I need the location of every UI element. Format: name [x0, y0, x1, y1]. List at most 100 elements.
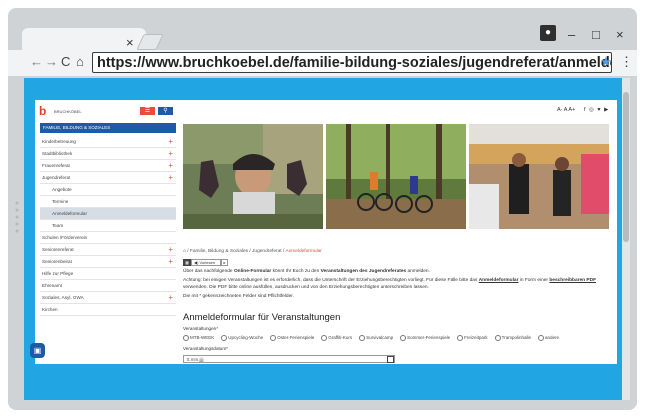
- read-aloud-button[interactable]: ◀) Vorlesen: [191, 259, 221, 266]
- sidenav-item-label: Team: [52, 223, 64, 228]
- events-radio-group: MTB-WEEK Upcycling-Woche Oster-Ferienspiel…: [183, 335, 566, 341]
- city-logo-icon[interactable]: b: [39, 105, 53, 117]
- radio-circle-icon[interactable]: [359, 335, 366, 341]
- expand-plus-icon[interactable]: +: [168, 292, 173, 304]
- anmeldeformular-link[interactable]: Anmeldeformular: [479, 278, 519, 283]
- side-navigation: FAMILIE, BILDUNG & SOZIALES Kinderbetreu…: [40, 123, 176, 316]
- intro-paragraph-1: Über das nachfolgende Online-Formular kö…: [183, 268, 613, 275]
- browser-menu-icon[interactable]: ⋮: [620, 54, 633, 70]
- radio-label: andere: [545, 335, 560, 341]
- calendar-icon[interactable]: [387, 356, 394, 363]
- sidenav-item-label: Frauenreferat: [42, 163, 70, 168]
- breadcrumb: ⌂ / Familie, Bildung & Soziales / Jugend…: [183, 249, 322, 254]
- expand-plus-icon[interactable]: +: [168, 256, 173, 268]
- radio-label: Graffiti-Kurs: [328, 335, 353, 341]
- radio-circle-icon[interactable]: [321, 335, 328, 341]
- minimize-button[interactable]: –: [568, 28, 575, 41]
- sidenav-item-soziales[interactable]: Soziales, Asyl, GWA +: [40, 292, 176, 304]
- menu-button[interactable]: ☰: [140, 107, 155, 115]
- radio-circle-icon[interactable]: [221, 335, 228, 341]
- footer-band: [24, 372, 622, 400]
- profile-icon[interactable]: ●: [540, 25, 556, 41]
- radio-trampolinhalle[interactable]: Trampolinhalle: [494, 335, 532, 341]
- text-bold: Veranstaltungen des Jugendreferates: [320, 269, 407, 274]
- sidenav-item-kinderbetreuung[interactable]: Kinderbetreuung +: [40, 136, 176, 148]
- radio-circle-icon[interactable]: [457, 335, 464, 341]
- sidenav-item-ehrenamt[interactable]: Ehrenamt: [40, 280, 176, 292]
- radio-label: Trampolinhalle: [501, 335, 532, 341]
- sidenav-item-frauenreferat[interactable]: Frauenreferat +: [40, 160, 176, 172]
- radio-label: Oster-Ferienspiele: [277, 335, 315, 341]
- radio-circle-icon[interactable]: [400, 335, 407, 341]
- sidenav-item-label: Termine: [52, 199, 69, 204]
- radio-circle-icon[interactable]: [538, 335, 545, 341]
- social-links[interactable]: f ◎ ♥ ▶: [584, 107, 609, 113]
- player-options-icon[interactable]: ▸: [221, 259, 228, 266]
- text: in Form einer: [518, 278, 550, 283]
- maximize-button[interactable]: □: [592, 28, 600, 41]
- photo-child-painted-hands: [183, 124, 323, 229]
- sidenav-item-anmeldeformular[interactable]: Anmeldeformular: [40, 208, 176, 220]
- text: verwenden. Die PDF bitte online ausfülle…: [183, 285, 429, 290]
- radio-andere[interactable]: andere: [538, 335, 559, 341]
- radio-oster-ferienspiele[interactable]: Oster-Ferienspiele: [270, 335, 314, 341]
- radio-survivalcamp[interactable]: Survivalcamp: [359, 335, 393, 341]
- font-size-controls[interactable]: A- A A+: [557, 107, 575, 113]
- radio-sommer-ferienspiele[interactable]: Sommer-Ferienspiele: [400, 335, 450, 341]
- sidenav-item-stadtbibliothek[interactable]: Stadtbibliothek +: [40, 148, 176, 160]
- logo-text[interactable]: BRUCHKÖBEL: [54, 109, 82, 114]
- sidenav-item-termine[interactable]: Termine: [40, 196, 176, 208]
- radio-label: MTB-WEEK: [190, 335, 215, 341]
- sidenav-item-label: Hilfe zur Pflege: [42, 271, 74, 276]
- scrollbar-thumb[interactable]: [623, 92, 629, 242]
- pdf-link[interactable]: beschreibbaren PDF: [549, 278, 596, 283]
- search-button[interactable]: ⚲: [158, 107, 173, 115]
- breadcrumb-path[interactable]: / Familie, Bildung & Soziales / Jugendre…: [186, 249, 285, 254]
- radio-mtb-week[interactable]: MTB-WEEK: [183, 335, 214, 341]
- window-close-button[interactable]: ×: [616, 28, 624, 41]
- expand-plus-icon[interactable]: +: [168, 244, 173, 256]
- sidenav-header[interactable]: FAMILIE, BILDUNG & SOZIALES: [40, 123, 176, 133]
- expand-plus-icon[interactable]: +: [168, 148, 173, 160]
- sidenav-item-kirchen[interactable]: Kirchen: [40, 304, 176, 316]
- expand-plus-icon[interactable]: +: [168, 160, 173, 172]
- form-title: Anmeldeformular für Veranstaltungen: [183, 312, 341, 323]
- photo-gallery: [183, 124, 609, 229]
- sidenav-item-label: Stadtbibliothek: [42, 151, 73, 156]
- radio-freizeitpark[interactable]: Freizeitpark: [457, 335, 488, 341]
- bookmark-star-icon[interactable]: ★: [600, 54, 612, 70]
- reload-icon[interactable]: C: [61, 54, 70, 70]
- chat-bubble-icon[interactable]: ▣: [30, 343, 45, 358]
- address-bar[interactable]: https://www.bruchkoebel.de/familie-bildu…: [92, 52, 612, 73]
- expand-plus-icon[interactable]: +: [168, 172, 173, 184]
- radio-label: Sommer-Ferienspiele: [407, 335, 451, 341]
- home-icon[interactable]: ⌂: [76, 54, 84, 70]
- radio-label: Upcycling-Woche: [228, 335, 264, 341]
- sidenav-item-jugendreferat[interactable]: Jugendreferat +: [40, 172, 176, 184]
- intro-paragraph-3: Die mit * gekennzeichneten Felder sind P…: [183, 294, 294, 299]
- expand-plus-icon[interactable]: +: [168, 136, 173, 148]
- radio-graffiti[interactable]: Graffiti-Kurs: [321, 335, 352, 341]
- sidenav-item-seniorenreferat[interactable]: Seniorenreferat +: [40, 244, 176, 256]
- back-arrow-icon[interactable]: ←: [30, 54, 43, 70]
- radio-label: Survivalcamp: [366, 335, 394, 341]
- sidenav-item-label: Angebote: [52, 187, 72, 192]
- tab-close-icon[interactable]: ×: [126, 36, 134, 49]
- date-label: Veranstaltungsdatum*: [183, 346, 228, 351]
- radio-circle-icon[interactable]: [494, 335, 501, 341]
- sidenav-item-label: Schulen /Förderverein: [42, 235, 88, 240]
- sidenav-item-angebote[interactable]: Angebote: [40, 184, 176, 196]
- sidenav-item-team[interactable]: Team: [40, 220, 176, 232]
- forward-arrow-icon[interactable]: →: [45, 54, 58, 70]
- sidenav-item-label: Anmeldeformular: [52, 211, 87, 216]
- radio-upcycling[interactable]: Upcycling-Woche: [221, 335, 263, 341]
- event-date-input[interactable]: tt.mm.jjjj: [183, 355, 395, 363]
- radio-circle-icon[interactable]: [270, 335, 277, 341]
- sidenav-item-hilfe-zur-pflege[interactable]: Hilfe zur Pflege: [40, 268, 176, 280]
- text-bold: Online-Formular: [233, 269, 272, 274]
- sidenav-item-label: Seniorenbeirat: [42, 259, 72, 264]
- sidenav-item-schulen[interactable]: Schulen /Förderverein: [40, 232, 176, 244]
- player-menu-icon[interactable]: ▦: [183, 259, 191, 266]
- sidenav-item-seniorenbeirat[interactable]: Seniorenbeirat +: [40, 256, 176, 268]
- radio-circle-icon[interactable]: [183, 335, 189, 341]
